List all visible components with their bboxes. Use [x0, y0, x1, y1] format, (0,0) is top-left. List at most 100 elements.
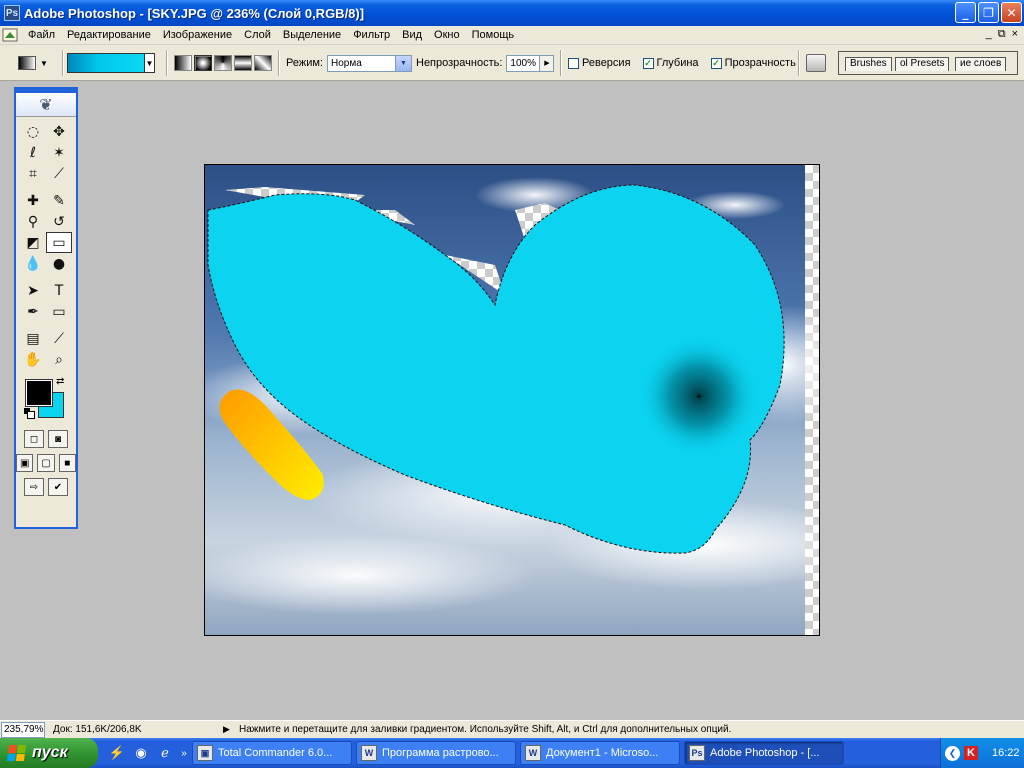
title-bar: Ps Adobe Photoshop - [SKY.JPG @ 236% (Сл…: [0, 0, 1024, 26]
transparency-checkbox-box[interactable]: ✓: [710, 57, 722, 69]
eyedropper-tool-icon[interactable]: ⟋: [46, 328, 72, 349]
healing-brush-tool-icon[interactable]: ✚: [20, 190, 46, 211]
transparency-checkbox[interactable]: ✓ Прозрачность: [710, 57, 796, 69]
slice-tool-icon[interactable]: ⟋: [46, 163, 72, 184]
divider: [62, 50, 64, 76]
crop-tool-icon[interactable]: ⌗: [20, 163, 46, 184]
palette-well: Brushes ol Presets ие слоев: [838, 45, 1018, 81]
radial-gradient-button[interactable]: [194, 55, 212, 71]
menu-file[interactable]: Файл: [22, 29, 61, 41]
file-browser-button[interactable]: [806, 45, 830, 81]
menu-image[interactable]: Изображение: [157, 29, 238, 41]
task-word-program[interactable]: W Программа растрово...: [356, 741, 516, 765]
document-window-controls: _ ⧉ ×: [986, 28, 1018, 41]
standard-mode-icon[interactable]: ◻: [24, 430, 44, 448]
close-button[interactable]: ✕: [1001, 2, 1022, 23]
feather-logo-icon[interactable]: ❦: [16, 93, 76, 117]
restore-button[interactable]: ❐: [978, 2, 999, 23]
foreground-color-swatch[interactable]: [25, 379, 53, 407]
menu-layer[interactable]: Слой: [238, 29, 277, 41]
dither-checkbox-box[interactable]: ✓: [642, 57, 654, 69]
quick-mask-mode-icon[interactable]: ◙: [48, 430, 68, 448]
full-screen-menu-mode-icon[interactable]: ▢: [37, 454, 55, 472]
palette-well-area: Brushes ol Presets ие слоев: [838, 51, 1018, 75]
gradient-tool-preset-icon: [18, 56, 36, 70]
status-bar: 235,79% Док: 151,6K/206,8K ▶ Нажмите и п…: [0, 720, 1024, 738]
tray-expand-icon[interactable]: ❮: [945, 745, 960, 761]
task-word-document[interactable]: W Документ1 - Microso...: [520, 741, 680, 765]
history-brush-tool-icon[interactable]: ↺: [46, 211, 72, 232]
marquee-tool-icon[interactable]: ◌: [20, 121, 46, 142]
clock[interactable]: 16:22: [992, 747, 1020, 759]
doc-restore-button[interactable]: ⧉: [998, 28, 1006, 41]
media-player-icon[interactable]: ◉: [132, 744, 150, 762]
gradient-tool-icon[interactable]: ▭: [46, 232, 72, 253]
tab-layer-comps[interactable]: ие слоев: [955, 57, 1007, 71]
menu-help[interactable]: Помощь: [466, 29, 521, 41]
internet-explorer-icon[interactable]: ℯ: [156, 744, 174, 762]
tab-brushes[interactable]: Brushes: [845, 57, 892, 71]
tool-preset-picker[interactable]: ▼: [18, 45, 58, 81]
blend-mode-select[interactable]: Норма ▼: [326, 54, 412, 72]
color-swatches: ⇄: [16, 376, 76, 424]
status-menu-arrow-icon[interactable]: ▶: [223, 724, 233, 735]
dither-checkbox[interactable]: ✓ Глубина: [642, 57, 699, 69]
clone-stamp-tool-icon[interactable]: ⚲: [20, 211, 46, 232]
reflected-gradient-button[interactable]: [234, 55, 252, 71]
pen-tool-icon[interactable]: ✒: [20, 301, 46, 322]
rectangle-tool-icon[interactable]: ▭: [46, 301, 72, 322]
task-total-commander[interactable]: ▣ Total Commander 6.0...: [192, 741, 352, 765]
reverse-checkbox[interactable]: Реверсия: [568, 57, 631, 69]
tab-tool-presets[interactable]: ol Presets: [895, 57, 950, 71]
doc-minimize-button[interactable]: _: [986, 28, 992, 41]
dodge-tool-icon[interactable]: ●: [46, 253, 72, 274]
notes-tool-icon[interactable]: ▤: [20, 328, 46, 349]
standard-screen-mode-icon[interactable]: ▣: [16, 454, 34, 472]
type-tool-icon[interactable]: T: [46, 280, 72, 301]
menu-view[interactable]: Вид: [396, 29, 428, 41]
full-screen-mode-icon[interactable]: ■: [58, 454, 76, 472]
swap-colors-icon[interactable]: ⇄: [56, 376, 64, 387]
menu-select[interactable]: Выделение: [277, 29, 347, 41]
blend-mode-group: Режим: Норма ▼: [286, 45, 412, 81]
default-colors-icon[interactable]: [24, 408, 35, 419]
doc-close-button[interactable]: ×: [1012, 28, 1018, 41]
lightning-icon[interactable]: ⚡: [108, 744, 126, 762]
chevron-more-icon[interactable]: »: [180, 744, 188, 762]
jump-to-imageready-icon[interactable]: ⇨: [24, 478, 44, 496]
imageready-icon[interactable]: ✔: [48, 478, 68, 496]
blur-tool-icon[interactable]: 💧: [20, 253, 46, 274]
task-photoshop[interactable]: Ps Adobe Photoshop - [...: [684, 741, 844, 765]
diamond-gradient-button[interactable]: [254, 55, 272, 71]
start-button[interactable]: пуск: [0, 738, 98, 768]
move-tool-icon[interactable]: ✥: [46, 121, 72, 142]
hand-tool-icon[interactable]: ✋: [20, 349, 46, 370]
lasso-tool-icon[interactable]: ℓ: [20, 142, 46, 163]
gradient-dropdown-button[interactable]: ▼: [145, 53, 155, 73]
tool-grid: ◌ ✥ ℓ ✶ ⌗ ⟋ ✚ ✎ ⚲ ↺ ◩ ▭ 💧 ● ➤ T ✒ ▭ ▤ ⟋ …: [16, 117, 76, 370]
photoshop-icon: Ps: [689, 745, 705, 761]
minimize-button[interactable]: _: [955, 2, 976, 23]
zoom-tool-icon[interactable]: ⌕: [46, 349, 72, 370]
antivirus-icon[interactable]: K: [964, 746, 978, 760]
gradient-picker[interactable]: ▼: [67, 45, 155, 81]
path-selection-tool-icon[interactable]: ➤: [20, 280, 46, 301]
document-menu-icon[interactable]: [2, 28, 18, 42]
angle-gradient-button[interactable]: [214, 55, 232, 71]
linear-gradient-button[interactable]: [174, 55, 192, 71]
opacity-slider-arrow-icon[interactable]: ▶: [539, 55, 554, 71]
canvas-image[interactable]: +: [205, 165, 820, 636]
opacity-input[interactable]: 100% ▶: [506, 54, 555, 72]
brush-tool-icon[interactable]: ✎: [46, 190, 72, 211]
document-canvas[interactable]: +: [204, 164, 820, 636]
photoshop-app-icon[interactable]: Ps: [4, 5, 20, 21]
eraser-tool-icon[interactable]: ◩: [20, 232, 46, 253]
menu-window[interactable]: Окно: [428, 29, 466, 41]
zoom-input[interactable]: 235,79%: [1, 721, 45, 738]
gradient-preview[interactable]: [67, 53, 145, 73]
menu-filter[interactable]: Фильтр: [347, 29, 396, 41]
magic-wand-tool-icon[interactable]: ✶: [46, 142, 72, 163]
menu-edit[interactable]: Редактирование: [61, 29, 157, 41]
reverse-checkbox-box[interactable]: [568, 57, 579, 69]
dither-label: Глубина: [656, 57, 699, 69]
